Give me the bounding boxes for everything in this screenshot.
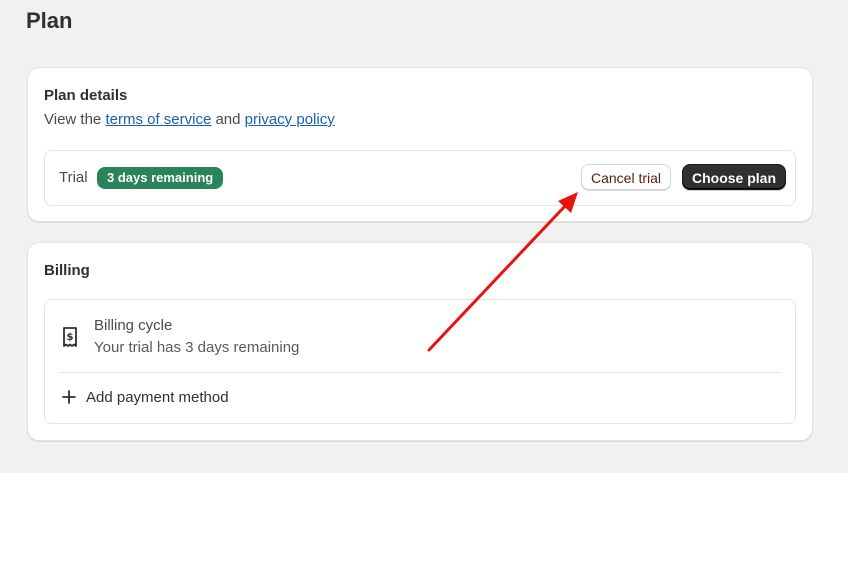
plan-details-card: Plan details View the terms of service a… <box>27 67 813 222</box>
plan-page: Plan Plan details View the terms of serv… <box>0 0 848 473</box>
choose-plan-button[interactable]: Choose plan <box>682 164 787 190</box>
add-payment-method-label: Add payment method <box>86 389 229 406</box>
terms-of-service-link[interactable]: terms of service <box>105 111 211 128</box>
plan-description: View the terms of service and privacy po… <box>44 111 335 128</box>
plus-icon <box>61 389 77 405</box>
description-prefix: View the <box>44 111 102 128</box>
billing-box: $ Billing cycle Your trial has 3 days re… <box>44 299 796 424</box>
billing-title: Billing <box>44 262 90 279</box>
trial-remaining-badge: 3 days remaining <box>97 167 224 189</box>
billing-cycle-subtitle: Your trial has 3 days remaining <box>94 339 300 356</box>
plan-details-title: Plan details <box>44 87 128 104</box>
page-title: Plan <box>26 8 73 33</box>
billing-divider <box>59 372 781 373</box>
privacy-policy-link[interactable]: privacy policy <box>245 111 335 128</box>
description-and: and <box>215 111 241 128</box>
receipt-dollar-icon: $ <box>61 326 79 348</box>
trial-label: Trial <box>59 169 88 186</box>
cancel-trial-button[interactable]: Cancel trial <box>581 164 672 190</box>
billing-card: Billing $ Billing cycle Your trial has 3… <box>27 242 813 441</box>
billing-cycle-title: Billing cycle <box>94 317 173 334</box>
trial-status-box: Trial 3 days remaining Cancel trial Choo… <box>44 150 796 206</box>
svg-text:$: $ <box>67 332 74 343</box>
